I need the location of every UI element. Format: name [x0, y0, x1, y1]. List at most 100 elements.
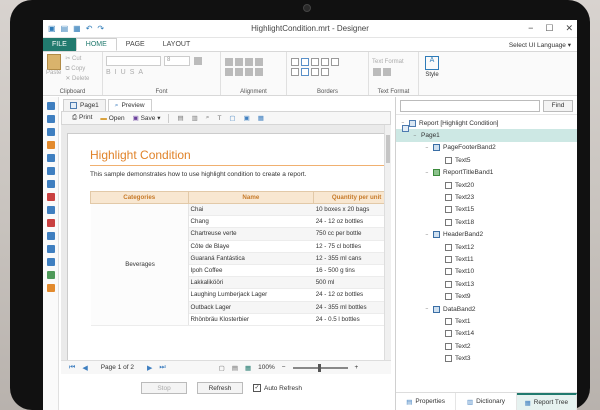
border-bottom-icon[interactable]: [321, 58, 329, 66]
language-select[interactable]: Select UI Language ▾: [509, 38, 577, 51]
checkbox-check-icon[interactable]: ✓: [253, 384, 261, 392]
tree-node[interactable]: − Page1: [396, 125, 577, 142]
next-page-icon[interactable]: ▶: [147, 364, 152, 372]
tree-node[interactable]: − ReportTitleBand1: [396, 167, 577, 179]
font-size-select[interactable]: 8: [164, 56, 190, 66]
gauge-tool-icon[interactable]: [47, 232, 55, 240]
maximize-icon[interactable]: ☐: [545, 23, 553, 34]
border-style-icon[interactable]: [321, 68, 329, 76]
border-none-icon[interactable]: [301, 58, 309, 66]
tree-node[interactable]: Text3: [396, 352, 577, 364]
tree-node[interactable]: Text2: [396, 340, 577, 352]
first-page-icon[interactable]: ⏮: [69, 364, 75, 372]
map-tool-icon[interactable]: [47, 219, 55, 227]
tree-node[interactable]: Text10: [396, 266, 577, 278]
view-single-icon[interactable]: ▢: [219, 364, 225, 372]
fill-color-icon[interactable]: [301, 68, 309, 76]
multipage-icon[interactable]: ▦: [258, 114, 264, 122]
bookmarks-icon[interactable]: ▤: [177, 114, 183, 122]
tree-node[interactable]: Text12: [396, 241, 577, 253]
find-button[interactable]: Find: [543, 99, 573, 112]
align-bottom-icon[interactable]: [245, 68, 253, 76]
minimize-icon[interactable]: −: [528, 23, 533, 34]
tab-report-tree[interactable]: ▦ Report Tree: [516, 393, 577, 410]
text-format-button[interactable]: Text Format: [372, 59, 415, 65]
stop-button[interactable]: Stop: [141, 382, 187, 394]
panel-tool-icon[interactable]: [47, 271, 55, 279]
checkbox-tool-icon[interactable]: [47, 258, 55, 266]
band-tool-icon[interactable]: [47, 115, 55, 123]
tree-node[interactable]: Text15: [396, 204, 577, 216]
zoom-slider[interactable]: [292, 363, 348, 372]
tree-node[interactable]: Text5: [396, 154, 577, 166]
chart-tool-icon[interactable]: [47, 193, 55, 201]
tree-node[interactable]: Text1: [396, 315, 577, 327]
border-all-icon[interactable]: [291, 58, 299, 66]
border-color-icon[interactable]: [311, 68, 319, 76]
border-top-icon[interactable]: [311, 58, 319, 66]
bold-icon[interactable]: B: [106, 69, 115, 76]
underline-icon[interactable]: U: [121, 69, 130, 76]
tree-toggle-icon[interactable]: −: [424, 232, 430, 238]
save-button[interactable]: ▣ Save ▾: [133, 114, 161, 122]
tree-node[interactable]: Text20: [396, 179, 577, 191]
table-tool-icon[interactable]: [47, 206, 55, 214]
tree-node[interactable]: Text11: [396, 253, 577, 265]
style-button[interactable]: A Style: [419, 52, 445, 95]
cut-button[interactable]: ✂ Cut: [65, 54, 89, 64]
tree-toggle-icon[interactable]: −: [424, 145, 430, 151]
format-icon[interactable]: [373, 68, 381, 76]
single-page-icon[interactable]: ▢: [229, 114, 235, 122]
format-clear-icon[interactable]: [383, 68, 391, 76]
find-icon[interactable]: ⌕: [206, 114, 210, 122]
tree-node[interactable]: Text14: [396, 328, 577, 340]
auto-refresh-checkbox[interactable]: ✓ Auto Refresh: [253, 384, 302, 392]
grow-font-icon[interactable]: [194, 57, 202, 65]
tree-node[interactable]: Text23: [396, 191, 577, 203]
prev-page-icon[interactable]: ◀: [82, 364, 87, 372]
tree-toggle-icon[interactable]: −: [424, 306, 430, 312]
align-center-icon[interactable]: [235, 58, 243, 66]
tree-node[interactable]: − DataBand2: [396, 303, 577, 315]
select-tool-icon[interactable]: [47, 102, 55, 110]
align-top-icon[interactable]: [225, 68, 233, 76]
tab-dictionary[interactable]: ▥ Dictionary: [456, 393, 517, 410]
scroll-thumb[interactable]: [386, 135, 390, 163]
align-middle-icon[interactable]: [235, 68, 243, 76]
cross-band-icon[interactable]: [47, 154, 55, 162]
font-color-icon[interactable]: A: [138, 69, 147, 76]
tab-page[interactable]: PAGE: [117, 38, 154, 51]
tree-toggle-icon[interactable]: −: [412, 133, 418, 139]
tab-layout[interactable]: LAYOUT: [154, 38, 200, 51]
continuous-icon[interactable]: ▣: [244, 114, 250, 122]
close-icon[interactable]: ✕: [565, 23, 573, 34]
text-tool-icon[interactable]: [47, 128, 55, 136]
zoom-in-icon[interactable]: +: [355, 364, 359, 371]
border-right-icon[interactable]: [291, 68, 299, 76]
tree-node[interactable]: Text18: [396, 216, 577, 228]
sparkline-icon[interactable]: [47, 284, 55, 292]
align-right-icon[interactable]: [245, 58, 253, 66]
tab-home[interactable]: HOME: [75, 38, 117, 51]
word-wrap-icon[interactable]: [255, 68, 263, 76]
search-input[interactable]: [400, 99, 540, 112]
tree-node[interactable]: − Report [Highlight Condition]: [396, 117, 577, 129]
delete-button[interactable]: ✕ Delete: [65, 74, 89, 84]
copy-button[interactable]: ⧉ Copy: [65, 64, 89, 74]
border-left-icon[interactable]: [331, 58, 339, 66]
shape-tool-icon[interactable]: [47, 141, 55, 149]
tab-page1[interactable]: Page1: [63, 99, 106, 111]
view-multi-icon[interactable]: ▦: [245, 364, 251, 372]
refresh-button[interactable]: Refresh: [197, 382, 243, 394]
editor-icon[interactable]: T: [217, 115, 221, 122]
image-tool-icon[interactable]: [47, 167, 55, 175]
paste-button[interactable]: Paste: [46, 54, 61, 84]
align-left-icon[interactable]: [225, 58, 233, 66]
tree-node[interactable]: Text9: [396, 290, 577, 302]
tree-node[interactable]: − PageFooterBand2: [396, 142, 577, 154]
tree-node[interactable]: − HeaderBand2: [396, 229, 577, 241]
tab-preview[interactable]: ⌕ Preview: [107, 99, 152, 111]
tree-node[interactable]: Text13: [396, 278, 577, 290]
tab-properties[interactable]: ▤ Properties: [396, 393, 457, 410]
justify-icon[interactable]: [255, 58, 263, 66]
